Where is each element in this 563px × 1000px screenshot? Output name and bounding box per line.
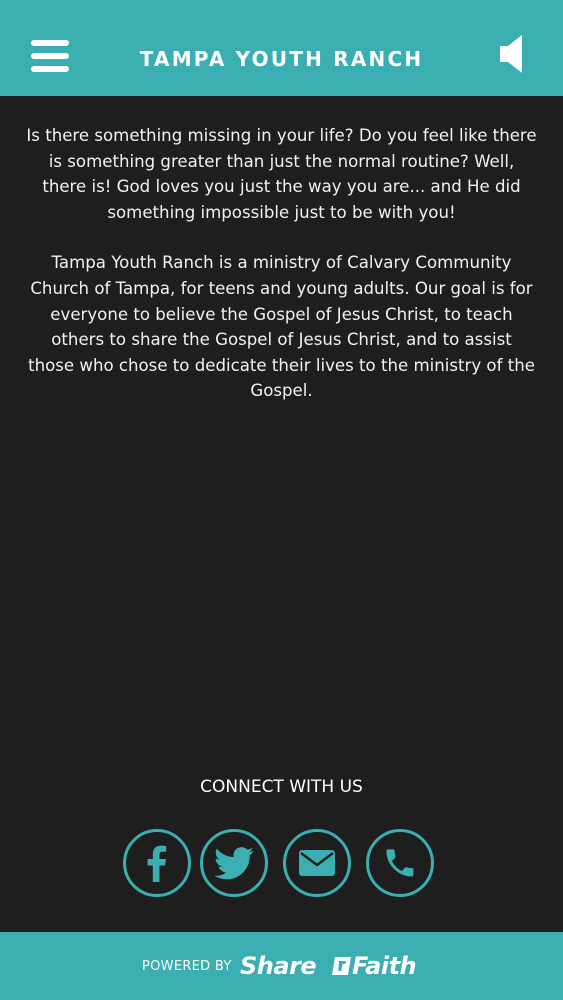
- phone-button[interactable]: [366, 829, 434, 897]
- sound-toggle-button[interactable]: [498, 33, 528, 75]
- facebook-button[interactable]: [123, 829, 191, 897]
- twitter-button[interactable]: [200, 829, 268, 897]
- intro-content: Is there something missing in your life?…: [26, 123, 537, 429]
- hamburger-menu-icon: [31, 40, 69, 46]
- app-header: TAMPA YOUTH RANCH: [0, 0, 563, 96]
- facebook-icon: [147, 845, 167, 882]
- twitter-icon: [214, 847, 254, 880]
- brand-name-part2: Faith: [352, 952, 417, 980]
- phone-icon: [386, 849, 414, 877]
- app-footer: POWERED BY Share Faith: [0, 932, 563, 1000]
- sharefaith-logo-icon: [332, 957, 351, 975]
- about-paragraph: Tampa Youth Ranch is a ministry of Calva…: [28, 253, 535, 401]
- brand-name-part1: Share: [240, 952, 317, 980]
- email-button[interactable]: [283, 829, 351, 897]
- speaker-icon: [500, 35, 522, 73]
- powered-by-label: POWERED BY: [142, 959, 232, 974]
- intro-paragraph: Is there something missing in your life?…: [26, 126, 537, 222]
- app-title: TAMPA YOUTH RANCH: [139, 47, 424, 71]
- connect-heading: CONNECT WITH US: [200, 777, 363, 797]
- sharefaith-logo[interactable]: Share Faith: [240, 946, 424, 986]
- email-icon: [299, 850, 335, 876]
